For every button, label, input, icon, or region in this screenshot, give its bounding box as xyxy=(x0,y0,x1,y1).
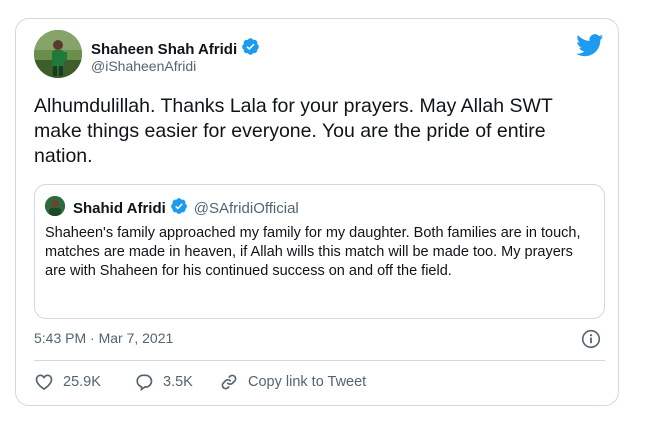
copy-link-button[interactable]: Copy link to Tweet xyxy=(219,372,366,392)
info-icon[interactable] xyxy=(581,329,601,354)
copy-link-label: Copy link to Tweet xyxy=(248,374,367,390)
actions-bar: 25.9K 3.5K Copy link to Tweet xyxy=(34,372,366,392)
tweet-text: Alhumdulillah. Thanks Lala for your pray… xyxy=(34,95,553,167)
actions-divider xyxy=(34,360,605,361)
reply-bubble-icon xyxy=(136,374,153,392)
reply-count: 3.5K xyxy=(163,374,193,390)
avatar-photo-icon xyxy=(34,30,82,78)
quoted-author-name[interactable]: Shahid Afridi xyxy=(73,200,166,217)
twitter-bird-icon[interactable] xyxy=(576,34,604,62)
verified-badge-icon xyxy=(241,37,260,61)
quoted-tweet[interactable]: Shahid Afridi @SAfridiOfficial Shaheen's… xyxy=(34,184,605,319)
quoted-author-handle[interactable]: @SAfridiOfficial xyxy=(194,200,299,217)
link-icon xyxy=(221,374,237,390)
author-handle[interactable]: @iShaheenAfridi xyxy=(91,58,196,74)
reply-button[interactable]: 3.5K xyxy=(134,372,219,392)
verified-badge-icon xyxy=(170,197,188,219)
avatar-photo-icon xyxy=(45,196,65,216)
quoted-header: Shahid Afridi @SAfridiOfficial xyxy=(73,197,299,219)
heart-icon xyxy=(35,374,53,391)
quoted-text: Shaheen's family approached my family fo… xyxy=(45,225,581,279)
quoted-author-avatar[interactable] xyxy=(45,196,65,216)
like-button[interactable]: 25.9K xyxy=(34,372,134,392)
author-avatar[interactable] xyxy=(34,30,82,78)
like-count: 25.9K xyxy=(63,374,101,390)
author-name[interactable]: Shaheen Shah Afridi xyxy=(91,41,237,58)
tweet-timestamp[interactable]: 5:43 PM · Mar 7, 2021 xyxy=(34,330,173,346)
